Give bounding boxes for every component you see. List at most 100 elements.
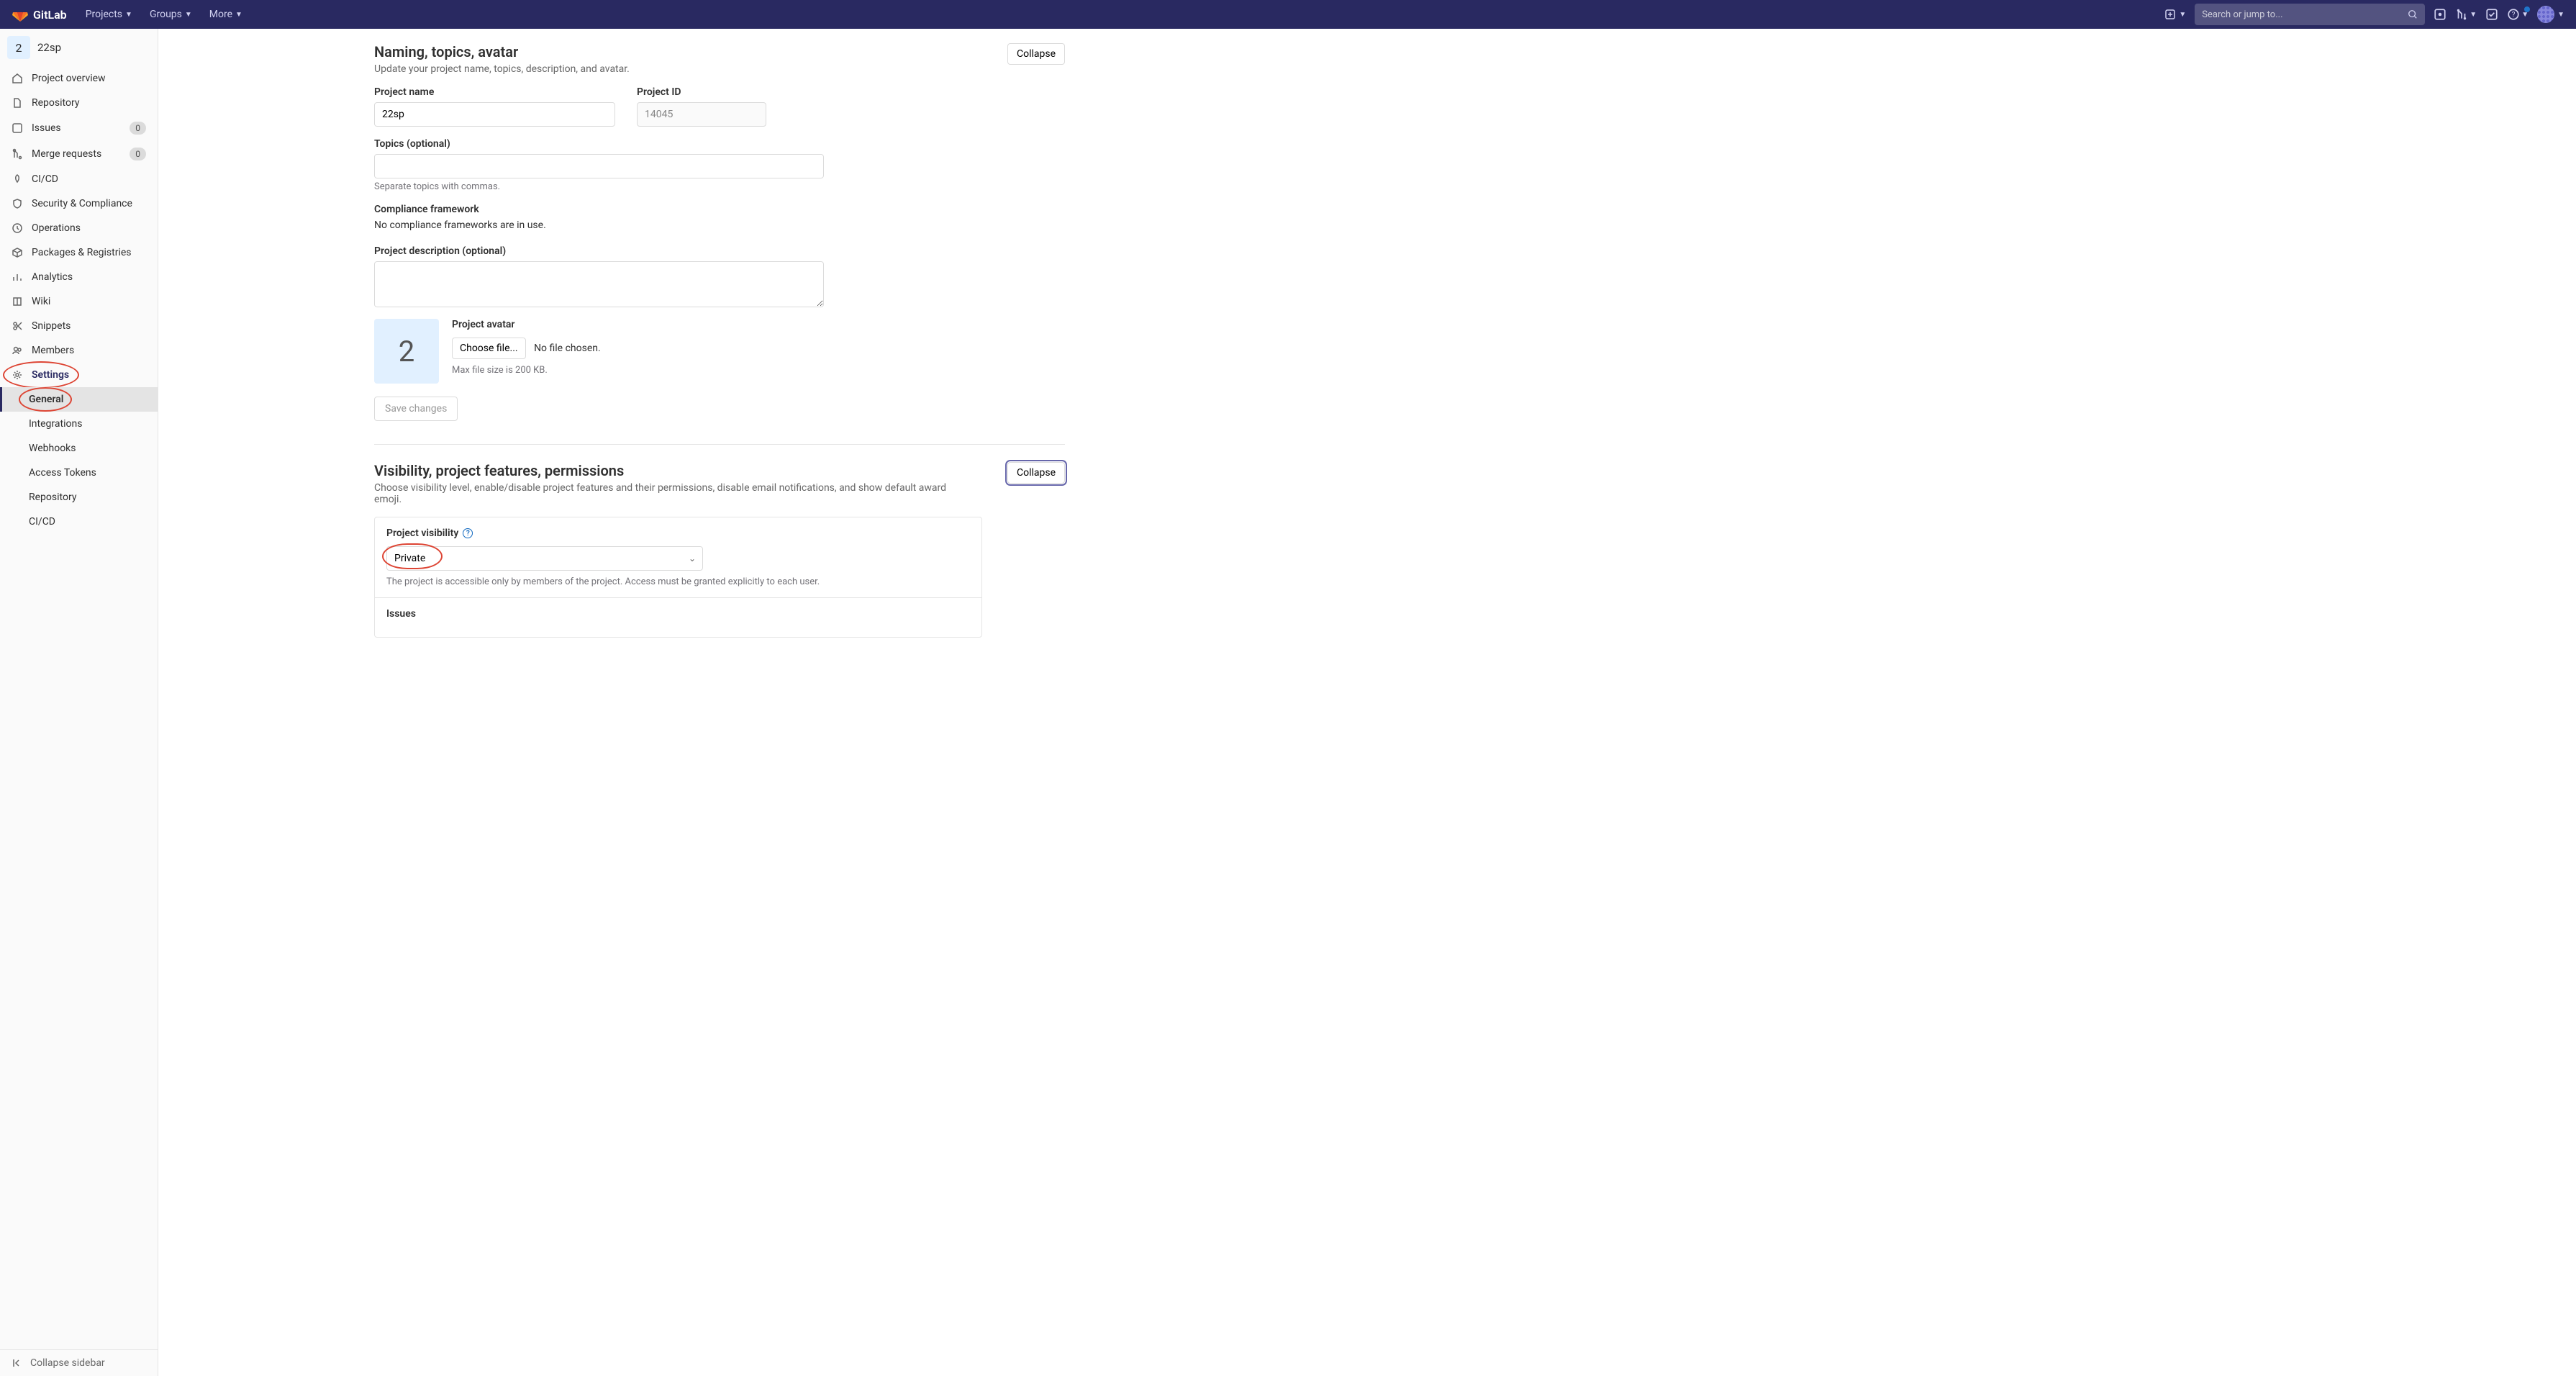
- sidebar-item-overview[interactable]: Project overview: [0, 66, 158, 91]
- sidebar-item-cicd[interactable]: CI/CD: [0, 167, 158, 191]
- nav-projects-label: Projects: [86, 9, 122, 20]
- gitlab-logo[interactable]: GitLab: [12, 6, 67, 23]
- sidebar-item-label: Operations: [32, 222, 81, 234]
- sidebar-item-merge-requests[interactable]: Merge requests0: [0, 141, 158, 167]
- todo-icon-button[interactable]: [2485, 8, 2498, 21]
- merge-nav-icon: [2455, 8, 2468, 21]
- topics-input[interactable]: [374, 154, 824, 178]
- search-input[interactable]: [2202, 9, 2408, 20]
- issues-icon-button[interactable]: [2434, 8, 2446, 21]
- chevron-down-icon: ▼: [125, 11, 132, 19]
- sidebar-item-label: Webhooks: [29, 443, 76, 454]
- project-id-input: [637, 102, 766, 127]
- user-menu[interactable]: ▼: [2537, 6, 2564, 23]
- collapse-icon: [12, 1357, 23, 1369]
- sidebar-item-label: General: [29, 394, 63, 405]
- home-icon: [12, 73, 23, 84]
- collapse-section-button[interactable]: Collapse: [1007, 43, 1065, 65]
- users-icon: [12, 345, 23, 356]
- sidebar-item-operations[interactable]: Operations: [0, 216, 158, 240]
- sidebar-item-label: Packages & Registries: [32, 247, 132, 258]
- visibility-select[interactable]: Private: [386, 546, 703, 571]
- issues-icon: [12, 122, 23, 134]
- search-box[interactable]: [2195, 4, 2425, 25]
- sidebar-item-analytics[interactable]: Analytics: [0, 265, 158, 289]
- main-content: Naming, topics, avatar Update your proje…: [158, 29, 2576, 1376]
- nav-groups-label: Groups: [150, 9, 182, 20]
- issues-count-badge: 0: [130, 122, 146, 135]
- sidebar-item-settings[interactable]: Settings: [0, 363, 158, 387]
- section-naming: Naming, topics, avatar Update your proje…: [374, 43, 1065, 438]
- sidebar-item-wiki[interactable]: Wiki: [0, 289, 158, 314]
- scissors-icon: [12, 320, 23, 332]
- sidebar-item-label: Issues: [32, 122, 61, 134]
- sidebar-item-security[interactable]: Security & Compliance: [0, 191, 158, 216]
- sidebar-item-label: Wiki: [32, 296, 50, 307]
- sidebar-item-label: Settings: [32, 369, 69, 381]
- merge-requests-icon-button[interactable]: ▼: [2455, 8, 2477, 21]
- svg-text:?: ?: [2512, 11, 2516, 19]
- top-nav-left: GitLab Projects▼ Groups▼ More▼: [12, 4, 250, 24]
- create-new-button[interactable]: ▼: [2164, 9, 2186, 20]
- sidebar-sub-webhooks[interactable]: Webhooks: [0, 436, 158, 461]
- sidebar-sub-cicd[interactable]: CI/CD: [0, 510, 158, 534]
- save-changes-button[interactable]: Save changes: [374, 397, 458, 421]
- sidebar-sub-integrations[interactable]: Integrations: [0, 412, 158, 436]
- avatar-label: Project avatar: [452, 319, 601, 330]
- issues-perm-label: Issues: [386, 608, 416, 620]
- chevron-down-icon: ▼: [2557, 11, 2564, 19]
- issues-nav-icon: [2434, 8, 2446, 21]
- sidebar-sub-repository[interactable]: Repository: [0, 485, 158, 510]
- sidebar-item-label: Repository: [32, 97, 79, 109]
- top-nav: GitLab Projects▼ Groups▼ More▼ ▼ ▼ ?▼ ▼: [0, 0, 2576, 29]
- collapse-section-button[interactable]: Collapse: [1007, 462, 1065, 484]
- max-size-text: Max file size is 200 KB.: [452, 365, 601, 376]
- avatar-preview: 2: [374, 319, 439, 384]
- notification-dot-icon: [2524, 6, 2530, 12]
- section-description: Choose visibility level, enable/disable …: [374, 482, 964, 505]
- book-icon: [12, 296, 23, 307]
- package-icon: [12, 247, 23, 258]
- nav-groups[interactable]: Groups▼: [142, 4, 199, 24]
- sidebar: 2 22sp Project overview Repository Issue…: [0, 29, 158, 1376]
- compliance-text: No compliance frameworks are in use.: [374, 219, 1065, 231]
- operations-icon: [12, 222, 23, 234]
- help-icon[interactable]: ?: [463, 528, 473, 538]
- help-icon-button[interactable]: ?▼: [2507, 8, 2529, 21]
- sidebar-item-members[interactable]: Members: [0, 338, 158, 363]
- chart-icon: [12, 271, 23, 283]
- gear-icon: [12, 369, 23, 381]
- visibility-label: Project visibility: [386, 528, 458, 539]
- sidebar-item-label: CI/CD: [32, 173, 58, 185]
- sidebar-item-issues[interactable]: Issues 0: [0, 115, 158, 141]
- nav-projects[interactable]: Projects▼: [78, 4, 140, 24]
- sidebar-sub-general[interactable]: General: [0, 387, 158, 412]
- sidebar-item-label: Security & Compliance: [32, 198, 132, 209]
- description-textarea[interactable]: [374, 261, 824, 307]
- sidebar-item-repository[interactable]: Repository: [0, 91, 158, 115]
- section-title: Naming, topics, avatar: [374, 43, 630, 60]
- compliance-label: Compliance framework: [374, 204, 1065, 215]
- issues-row: Issues: [375, 598, 981, 637]
- collapse-sidebar-button[interactable]: Collapse sidebar: [0, 1349, 158, 1376]
- chevron-down-icon: ▼: [2470, 11, 2477, 19]
- section-visibility: Visibility, project features, permission…: [374, 462, 1065, 655]
- sidebar-sub-access-tokens[interactable]: Access Tokens: [0, 461, 158, 485]
- top-nav-right: ▼ ▼ ?▼ ▼: [2164, 4, 2564, 25]
- project-name-input[interactable]: [374, 102, 615, 127]
- sidebar-item-snippets[interactable]: Snippets: [0, 314, 158, 338]
- sidebar-item-label: Repository: [29, 492, 76, 503]
- sidebar-item-label: Project overview: [32, 73, 106, 84]
- nav-more[interactable]: More▼: [202, 4, 250, 24]
- plus-icon: [2164, 9, 2176, 20]
- search-icon: [2408, 9, 2418, 19]
- rocket-icon: [12, 173, 23, 185]
- sidebar-project-header[interactable]: 2 22sp: [0, 29, 158, 66]
- sidebar-item-label: Snippets: [32, 320, 71, 332]
- visibility-help-text: The project is accessible only by member…: [386, 576, 970, 587]
- section-divider: [374, 444, 1065, 445]
- choose-file-button[interactable]: Choose file...: [452, 338, 526, 359]
- chevron-down-icon: ▼: [185, 11, 192, 19]
- sidebar-item-packages[interactable]: Packages & Registries: [0, 240, 158, 265]
- gitlab-icon: [12, 6, 29, 23]
